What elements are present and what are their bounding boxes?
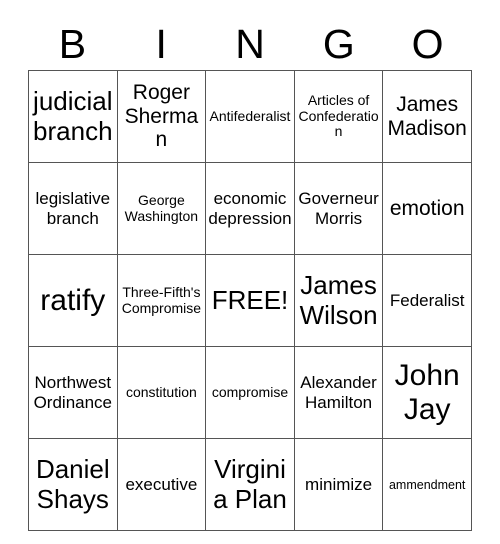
bingo-cell[interactable]: James Wilson [293, 254, 384, 347]
bingo-cell[interactable]: executive [116, 438, 207, 531]
bingo-cell[interactable]: Articles of Confederation [293, 70, 384, 163]
bingo-row: Northwest Ordinance constitution comprom… [28, 346, 472, 439]
bingo-row: judicial branch Roger Sherman Antifedera… [28, 70, 472, 163]
bingo-cell[interactable]: compromise [205, 346, 295, 439]
bingo-header-letter-i: I [155, 21, 167, 67]
bingo-cell[interactable]: Federalist [382, 254, 472, 347]
bingo-header-letter-n: N [235, 21, 265, 67]
bingo-header-letter-o: O [411, 21, 444, 67]
bingo-cell[interactable]: legislative branch [28, 162, 118, 255]
bingo-cell[interactable]: emotion [382, 162, 472, 255]
bingo-cell[interactable]: James Madison [382, 70, 472, 163]
bingo-header-letter-b: B [58, 21, 87, 67]
bingo-cell[interactable]: Governeur Morris [293, 162, 384, 255]
bingo-cell[interactable]: ratify [28, 254, 118, 347]
bingo-row: legislative branch George Washington eco… [28, 162, 472, 255]
bingo-header: B I N G O [28, 0, 472, 70]
bingo-grid: judicial branch Roger Sherman Antifedera… [28, 70, 472, 531]
bingo-cell[interactable]: constitution [116, 346, 207, 439]
bingo-cell[interactable]: John Jay [382, 346, 472, 439]
bingo-card: B I N G O judicial branch Roger Sherman … [28, 0, 472, 531]
bingo-row: ratify Three-Fifth's Compromise FREE! Ja… [28, 254, 472, 347]
bingo-cell[interactable]: Alexander Hamilton [293, 346, 384, 439]
bingo-cell[interactable]: George Washington [116, 162, 207, 255]
bingo-cell-free[interactable]: FREE! [205, 254, 295, 347]
bingo-header-letter-g: G [322, 21, 355, 67]
bingo-row: Daniel Shays executive Virginia Plan min… [28, 438, 472, 531]
bingo-cell[interactable]: Virginia Plan [205, 438, 295, 531]
bingo-cell[interactable]: Northwest Ordinance [28, 346, 118, 439]
bingo-cell[interactable]: minimize [293, 438, 384, 531]
bingo-cell[interactable]: Three-Fifth's Compromise [116, 254, 207, 347]
bingo-cell[interactable]: Roger Sherman [116, 70, 207, 163]
bingo-cell[interactable]: Daniel Shays [28, 438, 118, 531]
bingo-cell[interactable]: economic depression [205, 162, 295, 255]
bingo-cell[interactable]: judicial branch [28, 70, 118, 163]
bingo-cell[interactable]: Antifederalist [205, 70, 295, 163]
bingo-cell[interactable]: ammendment [382, 438, 472, 531]
